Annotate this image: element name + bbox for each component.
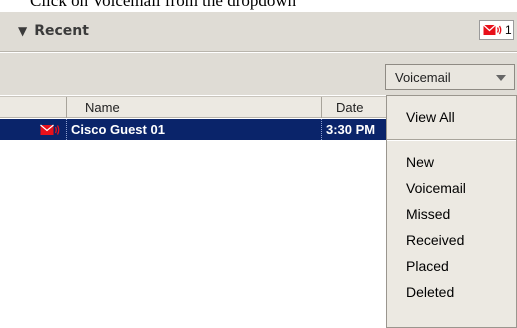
triangle-down-icon[interactable]: ▼: [18, 24, 27, 38]
recent-header: ▼ Recent 1: [0, 12, 517, 52]
voicemail-envelope-icon: [483, 24, 503, 36]
menu-item-new[interactable]: New: [387, 149, 517, 175]
row-date: 3:30 PM: [321, 119, 388, 140]
row-name: Cisco Guest 01: [66, 119, 321, 140]
column-header-name[interactable]: Name: [66, 97, 321, 118]
table-row[interactable]: Cisco Guest 01 3:30 PM: [0, 119, 388, 140]
filter-dropdown[interactable]: Voicemail: [385, 64, 515, 90]
recent-toggle[interactable]: ▼ Recent: [18, 23, 89, 39]
voicemail-badge[interactable]: 1: [479, 20, 514, 40]
menu-separator: [387, 139, 516, 141]
menu-item-voicemail[interactable]: Voicemail: [387, 175, 517, 201]
chevron-down-icon[interactable]: [496, 75, 506, 81]
filter-selected-value: Voicemail: [395, 69, 451, 85]
filter-dropdown-menu: View All New Voicemail Missed Received P…: [386, 95, 517, 328]
recent-panel: ▼ Recent 1 Voicemail Name Date Cisco Gue…: [0, 12, 517, 328]
menu-item-view-all[interactable]: View All: [387, 104, 517, 130]
instruction-caption: Click on Voicemail from the dropdown: [30, 0, 297, 10]
filter-bar: Voicemail: [0, 53, 517, 95]
menu-item-missed[interactable]: Missed: [387, 201, 517, 227]
menu-item-received[interactable]: Received: [387, 227, 517, 253]
menu-item-deleted[interactable]: Deleted: [387, 279, 517, 305]
menu-item-placed[interactable]: Placed: [387, 253, 517, 279]
voicemail-envelope-icon: [40, 119, 66, 140]
column-header-date[interactable]: Date: [321, 97, 391, 118]
recent-title-label: Recent: [34, 23, 89, 39]
voicemail-count: 1: [505, 23, 512, 37]
